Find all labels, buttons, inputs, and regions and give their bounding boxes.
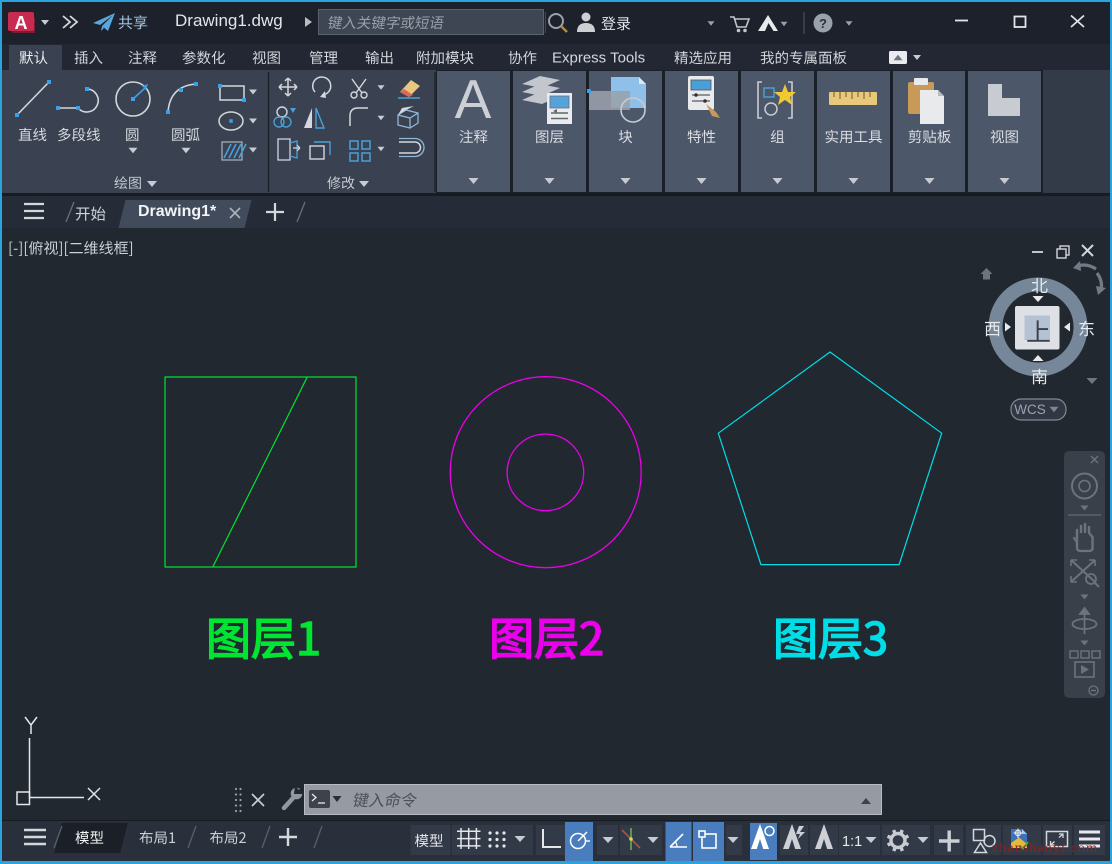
svg-text:Express Tools: Express Tools bbox=[552, 50, 645, 67]
svg-text:?: ? bbox=[819, 16, 827, 31]
svg-text:zhanshaoyi.com: zhanshaoyi.com bbox=[992, 841, 1098, 856]
svg-text:A: A bbox=[455, 68, 492, 130]
svg-text:WCS: WCS bbox=[1014, 402, 1046, 417]
svg-text:A: A bbox=[15, 13, 28, 33]
svg-text:1:1: 1:1 bbox=[842, 834, 862, 850]
